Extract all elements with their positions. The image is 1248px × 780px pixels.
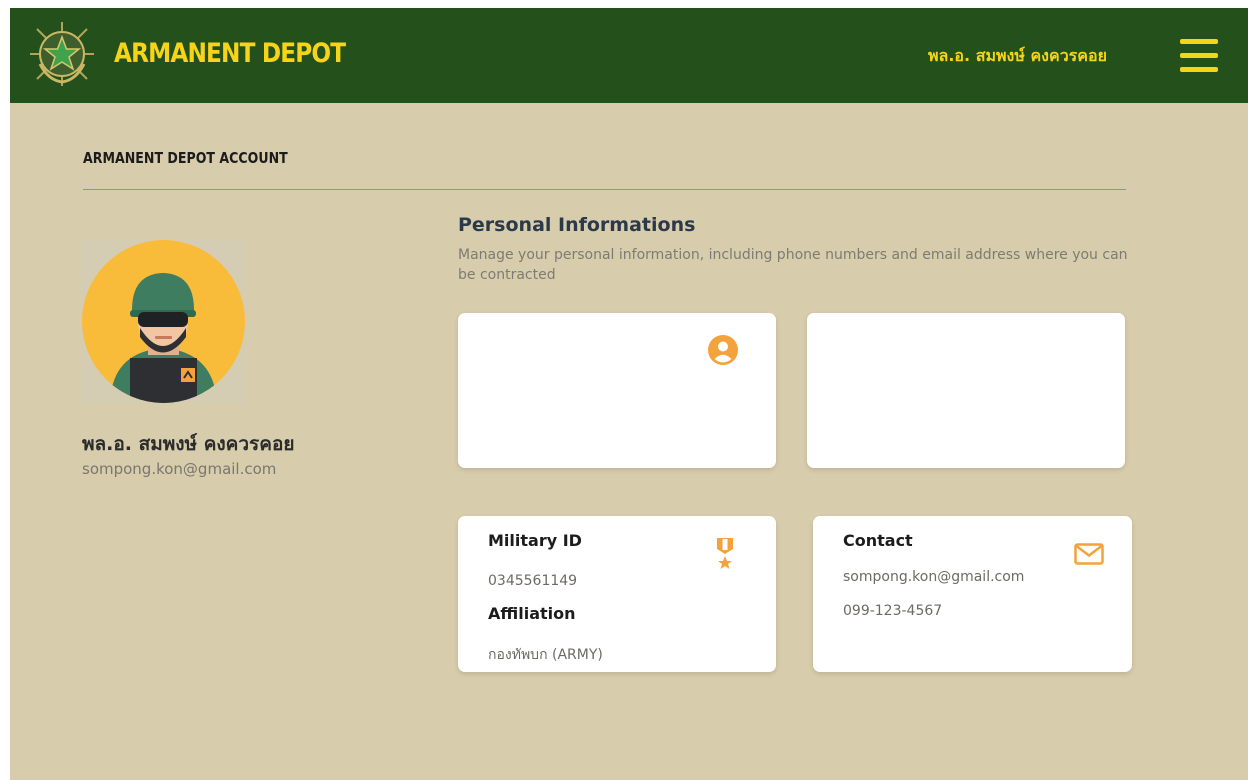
military-id-value: 0345561149 — [488, 573, 578, 589]
menu-line — [1180, 67, 1218, 72]
user-circle-icon — [708, 335, 738, 365]
section-title: Personal Informations — [458, 214, 696, 236]
brand-title[interactable]: ARMANENT DEPOT — [114, 38, 346, 69]
military-card[interactable]: Military ID 0345561149 Affiliation กองทั… — [458, 516, 776, 672]
affiliation-value: กองทัพบก (ARMY) — [488, 647, 603, 663]
military-id-label: Military ID — [488, 531, 582, 550]
menu-line — [1180, 53, 1218, 58]
mail-icon[interactable] — [1074, 543, 1104, 565]
profile-email: sompong.kon@gmail.com — [82, 460, 277, 478]
affiliation-label: Affiliation — [488, 604, 576, 623]
blank-card[interactable] — [807, 313, 1125, 468]
contact-email[interactable]: sompong.kon@gmail.com — [843, 569, 1024, 585]
contact-phone[interactable]: 099-123-4567 — [843, 603, 942, 619]
hamburger-menu-icon[interactable] — [1180, 39, 1218, 73]
medal-icon — [715, 538, 735, 574]
avatar — [82, 240, 245, 403]
top-bar: ARMANENT DEPOT พล.อ. สมพงษ์ คงควรคอย — [10, 8, 1248, 103]
profile-card[interactable] — [458, 313, 776, 468]
contact-card[interactable]: Contact sompong.kon@gmail.com 099-123-45… — [813, 516, 1132, 672]
menu-line — [1180, 39, 1218, 44]
profile-name: พล.อ. สมพงษ์ คงควรคอย — [82, 433, 295, 455]
star-wreath-logo-icon[interactable] — [28, 20, 96, 88]
title-divider — [83, 189, 1126, 190]
page-title: ARMANENT DEPOT ACCOUNT — [83, 149, 288, 167]
section-description: Manage your personal information, includ… — [458, 247, 1128, 283]
app-window: ARMANENT DEPOT พล.อ. สมพงษ์ คงควรคอย ARM… — [10, 8, 1248, 780]
contact-label: Contact — [843, 531, 913, 550]
soldier-avatar-icon — [82, 240, 245, 403]
header-user-name[interactable]: พล.อ. สมพงษ์ คงควรคอย — [928, 44, 1158, 69]
